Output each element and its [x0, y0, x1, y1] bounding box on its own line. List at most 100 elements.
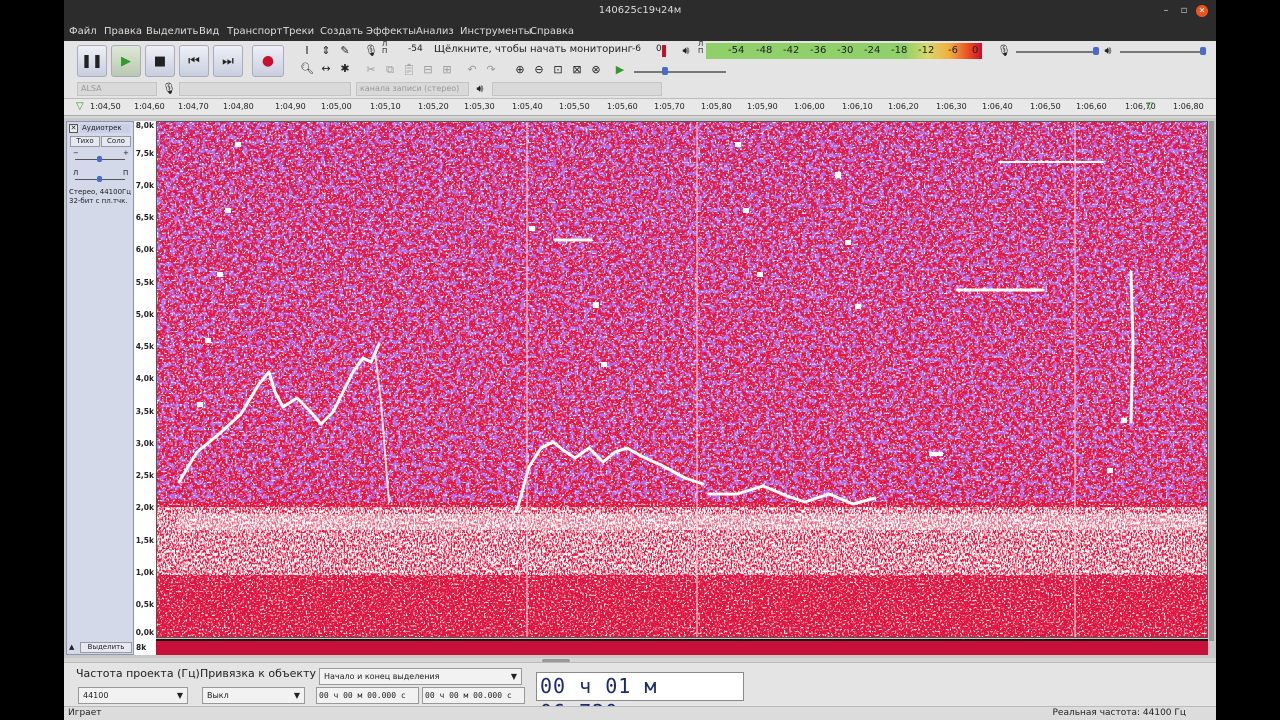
skip-end-button[interactable]: ⏭ — [213, 45, 243, 77]
selection-start-time[interactable]: 00 ч 00 м 00.000 с — [316, 687, 419, 704]
ruler-tick: 1:05,10 — [370, 102, 401, 111]
selection-mode-dropdown[interactable]: Начало и конец выделения ▼ — [319, 668, 522, 685]
zoom-toggle-icon[interactable]: ⊗ — [588, 62, 604, 78]
spectrogram-view[interactable] — [156, 121, 1208, 638]
play-at-speed-icon[interactable]: ▶ — [612, 62, 628, 78]
close-icon[interactable]: ✕ — [1196, 5, 1208, 17]
playback-device-select[interactable] — [492, 82, 662, 96]
play-button[interactable]: ▶ — [111, 45, 141, 77]
ruler-tick: 1:04,50 — [90, 102, 121, 111]
timeline-play-head-icon[interactable]: ▽ — [76, 101, 84, 112]
timeline-ruler[interactable]: ▽ 1:04,50 1:04,60 1:04,70 1:04,80 1:04,9… — [64, 99, 1216, 116]
monitoring-prompt[interactable]: Щёлкните, чтобы начать мониторинг — [434, 44, 633, 58]
fit-project-icon[interactable]: ⊠ — [569, 62, 585, 78]
menu-effects[interactable]: Эффекты — [366, 26, 416, 37]
recording-device-select[interactable] — [179, 82, 351, 96]
track-bit-depth-info: 32-бит с пл.тчк. — [69, 197, 128, 205]
record-meter-clip-indicator — [662, 45, 666, 57]
selection-end-time[interactable]: 00 ч 00 м 00.000 с — [422, 687, 525, 704]
project-rate-dropdown[interactable]: 44100 ▼ — [78, 687, 188, 704]
spot — [1107, 468, 1113, 473]
zoom-tool-icon[interactable]: 🔍︎ — [299, 61, 315, 77]
playback-scale-0: 0 — [972, 45, 979, 56]
menu-transport[interactable]: Транспорт — [227, 26, 282, 37]
pan-slider-thumb[interactable] — [97, 176, 102, 182]
menu-tracks[interactable]: Треки — [283, 26, 314, 37]
freq-label: 2,0k — [135, 503, 154, 512]
status-bar: Играет Реальная частота: 44100 Гц — [64, 706, 1216, 720]
freq-label-bottom: 8k — [136, 643, 147, 652]
collapse-track-icon[interactable]: ▲ — [69, 643, 74, 651]
silence-icon[interactable]: ⊞ — [439, 62, 455, 78]
spot — [601, 362, 607, 367]
pause-button[interactable]: ❚❚ — [77, 45, 107, 77]
menu-view[interactable]: Вид — [199, 26, 219, 37]
menu-select[interactable]: Выделить — [146, 26, 198, 37]
ruler-tick: 1:06,30 — [936, 102, 967, 111]
playback-volume-slider[interactable] — [1120, 51, 1206, 53]
audio-host-select[interactable]: ALSA — [77, 82, 157, 96]
record-volume-slider[interactable] — [1016, 51, 1098, 53]
zoom-out-icon[interactable]: ⊖ — [531, 62, 547, 78]
snap-to-dropdown[interactable]: Выкл ▼ — [202, 687, 305, 704]
freq-label: 1,0k — [135, 568, 154, 577]
multi-tool-icon[interactable]: ✱ — [337, 61, 353, 77]
envelope-tool-icon[interactable]: ⇕ — [318, 43, 334, 59]
play-speed-slider[interactable] — [634, 71, 726, 73]
gain-slider-thumb[interactable] — [97, 156, 102, 162]
record-volume-thumb[interactable] — [1093, 47, 1099, 55]
paste-icon[interactable]: 📋︎ — [401, 62, 417, 78]
vertical-scrollbar[interactable] — [1209, 121, 1214, 641]
recording-channels-select[interactable]: канала записи (стерео) — [356, 82, 469, 96]
menu-help[interactable]: Справка — [530, 26, 574, 37]
draw-tool-icon[interactable]: ✎ — [337, 43, 353, 59]
select-track-button[interactable]: Выделить — [80, 642, 132, 653]
selection-tool-icon[interactable]: I — [299, 43, 315, 59]
menu-edit[interactable]: Правка — [104, 26, 142, 37]
freq-label: 5,5k — [135, 278, 154, 287]
spot — [855, 304, 861, 309]
chevron-down-icon: ▼ — [510, 672, 517, 681]
track-close-button[interactable]: ✕ — [69, 124, 78, 133]
record-meter-mic-icon[interactable]: 🎙︎ — [363, 43, 379, 59]
playback-speaker-icon[interactable]: 🔊︎ — [678, 43, 694, 59]
freq-label: 1,5k — [135, 536, 154, 545]
menu-analyze[interactable]: Анализ — [416, 26, 454, 37]
record-meter-scale-0: 0 — [656, 44, 662, 54]
ruler-tick: 1:04,60 — [134, 102, 165, 111]
audio-position-display[interactable]: 00 ч 01 м 06.720 с — [536, 672, 744, 720]
menu-tools[interactable]: Инструменты — [460, 26, 532, 37]
pan-right-label: П — [123, 169, 129, 177]
undo-icon[interactable]: ↶ — [464, 62, 480, 78]
ruler-tick: 1:05,40 — [512, 102, 543, 111]
spot — [735, 142, 741, 147]
record-button[interactable]: ● — [252, 45, 284, 77]
playback-volume-thumb[interactable] — [1200, 47, 1206, 55]
freq-label: 3,5k — [135, 407, 154, 416]
freq-label: 3,0k — [135, 439, 154, 448]
spot — [929, 452, 943, 456]
timeshift-tool-icon[interactable]: ↔ — [318, 61, 334, 77]
solo-button[interactable]: Соло — [101, 136, 131, 147]
cut-icon[interactable]: ✂ — [363, 62, 379, 78]
spectrogram-lower-strip — [156, 639, 1208, 655]
track-name-menu[interactable]: Аудиотрек — [80, 124, 130, 133]
trim-icon[interactable]: ⊟ — [420, 62, 436, 78]
chevron-down-icon: ▼ — [293, 691, 300, 700]
play-speed-thumb[interactable] — [662, 67, 668, 75]
fit-selection-icon[interactable]: ⊡ — [550, 62, 566, 78]
gain-minus-label: − — [73, 149, 79, 157]
mute-button[interactable]: Тихо — [70, 136, 100, 147]
redo-icon[interactable]: ↷ — [483, 62, 499, 78]
stop-button[interactable]: ■ — [145, 45, 175, 77]
skip-start-button[interactable]: ⏮ — [179, 45, 209, 77]
gain-plus-label: + — [123, 149, 129, 157]
maximize-icon[interactable]: ▫ — [1178, 5, 1190, 17]
menu-generate[interactable]: Создать — [320, 26, 363, 37]
playback-meter[interactable]: -54 -48 -42 -36 -30 -24 -18 -12 -6 0 — [706, 43, 982, 59]
menu-file[interactable]: Файл — [69, 26, 97, 37]
minimize-icon[interactable]: – — [1160, 5, 1172, 17]
copy-icon[interactable]: ⧉ — [382, 62, 398, 78]
playback-scale-30: -30 — [837, 45, 854, 56]
zoom-in-icon[interactable]: ⊕ — [512, 62, 528, 78]
